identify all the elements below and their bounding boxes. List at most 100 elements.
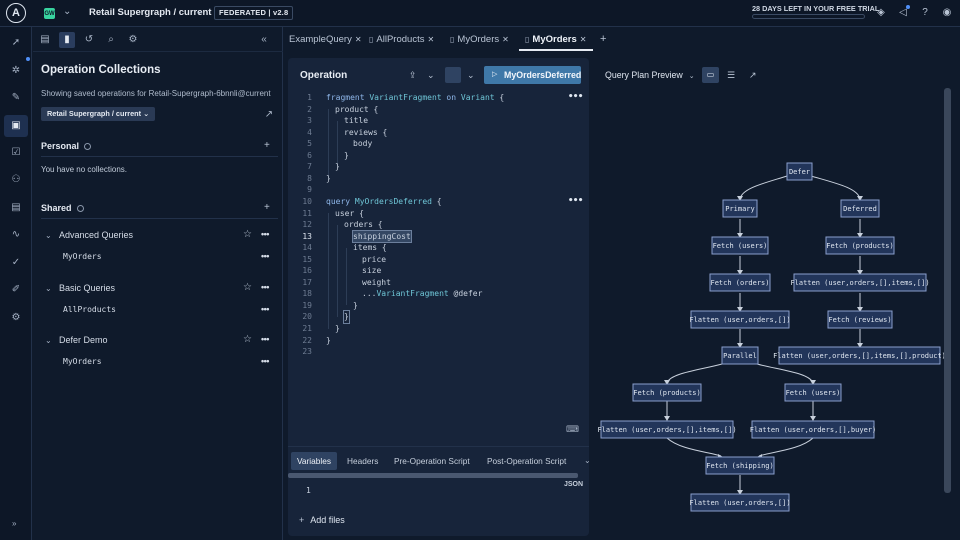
close-icon[interactable]: ✕ xyxy=(427,35,434,44)
changelog-icon[interactable]: ✎ xyxy=(9,91,23,105)
plan-node-flatten-product[interactable]: Flatten (user,orders,[],items,[],product… xyxy=(773,346,946,365)
collection-advanced-queries[interactable]: ⌄ Advanced Queries xyxy=(45,230,133,240)
plan-node-flatten-final[interactable]: Flatten (user,orders,[]) xyxy=(689,493,791,512)
tab-pre-operation-script[interactable]: Pre-Operation Script xyxy=(388,452,476,470)
layers-icon[interactable]: ◈ xyxy=(875,7,887,19)
variant-selector-button[interactable]: Retail Supergraph / current ⌄ xyxy=(41,107,156,121)
graph-selector[interactable]: Retail Supergraph / current xyxy=(89,7,211,18)
explorer-icon[interactable]: ▣ xyxy=(9,119,23,133)
more-options-icon[interactable]: ••• xyxy=(261,229,269,239)
more-options-icon[interactable]: ••• xyxy=(261,282,269,292)
plan-node-parallel[interactable]: Parallel xyxy=(721,346,759,365)
line-number: 1 xyxy=(307,93,312,102)
plan-node-deferred[interactable]: Deferred xyxy=(840,199,880,218)
code-line: } xyxy=(326,335,331,345)
contracts-icon[interactable]: ✐ xyxy=(9,283,23,297)
prettify-icon[interactable]: ⌨ xyxy=(566,424,579,435)
gear-icon[interactable]: ⚙ xyxy=(125,32,141,48)
operation-item[interactable]: AllProducts xyxy=(63,305,116,314)
line-number: 11 xyxy=(302,208,312,218)
collection-defer-demo[interactable]: ⌄ Defer Demo xyxy=(45,335,108,345)
help-icon[interactable]: ? xyxy=(919,7,931,19)
settings-icon[interactable]: ⚙ xyxy=(9,311,23,325)
close-icon[interactable]: ✕ xyxy=(502,35,509,44)
documentation-icon[interactable]: ▤ xyxy=(37,32,53,48)
star-icon[interactable]: ☆ xyxy=(243,334,252,345)
rocket-icon[interactable]: ➚ xyxy=(9,36,23,50)
collection-basic-queries[interactable]: ⌄ Basic Queries xyxy=(45,283,115,293)
plan-node-flatten-items[interactable]: Flatten (user,orders,[],items,[]) xyxy=(597,420,737,439)
launches-icon[interactable]: ✓ xyxy=(9,256,23,270)
plan-node-fetch-shipping[interactable]: Fetch (shipping) xyxy=(705,456,775,475)
more-options-icon[interactable]: ••• xyxy=(568,196,583,208)
query-plan-scrollbar[interactable] xyxy=(944,88,951,493)
share-icon[interactable]: ⇪ xyxy=(409,70,417,81)
checks-icon[interactable]: ☑ xyxy=(9,146,23,160)
plan-node-flatten-user-orders[interactable]: Flatten (user,orders,[]) xyxy=(689,310,791,329)
chevron-down-icon[interactable]: ⌄ xyxy=(427,70,435,81)
org-chevron-down-icon[interactable]: ⌄ xyxy=(63,6,71,17)
star-icon[interactable]: ☆ xyxy=(243,282,252,293)
close-icon[interactable]: ✕ xyxy=(355,35,362,44)
history-icon[interactable]: ↺ xyxy=(81,32,97,48)
plan-node-defer[interactable]: Defer xyxy=(786,162,813,181)
more-options-icon[interactable]: ••• xyxy=(261,356,269,366)
plan-node-flatten-buyer[interactable]: Flatten (user,orders,[],buyer) xyxy=(750,420,876,439)
expand-rail-icon[interactable]: » xyxy=(12,519,16,528)
save-icon[interactable] xyxy=(445,67,461,83)
tab-my-orders[interactable]: ▯ MyOrders ✕ xyxy=(450,34,509,45)
trial-banner[interactable]: 28 DAYS LEFT IN YOUR FREE TRIAL xyxy=(752,4,879,13)
tab-post-operation-script[interactable]: Post-Operation Script xyxy=(481,452,572,470)
tab-headers[interactable]: Headers xyxy=(341,452,384,470)
external-link-icon[interactable]: ↗ xyxy=(263,109,275,121)
close-icon[interactable]: ✕ xyxy=(580,35,587,44)
variables-format-label[interactable]: JSON xyxy=(564,481,583,488)
line-number: 22 xyxy=(302,335,312,345)
insights-icon[interactable]: ∿ xyxy=(9,228,23,242)
plan-node-primary[interactable]: Primary xyxy=(722,199,758,218)
operation-item[interactable]: MyOrders xyxy=(63,357,102,366)
plan-node-fetch-reviews[interactable]: Fetch (reviews) xyxy=(827,310,893,329)
node-label: Flatten (user,orders,[],items,[]) xyxy=(790,279,929,287)
tab-all-products[interactable]: ▯ AllProducts ✕ xyxy=(369,34,434,45)
collapse-panel-icon[interactable]: « xyxy=(256,32,272,48)
node-label: Flatten (user,orders,[],buyer) xyxy=(750,426,876,434)
tab-my-orders-active[interactable]: ▯ MyOrders ✕ xyxy=(525,34,586,45)
code-line: items { xyxy=(353,243,387,253)
more-options-icon[interactable]: ••• xyxy=(261,304,269,314)
plan-node-fetch-products-deferred[interactable]: Fetch (products) xyxy=(825,236,895,255)
add-shared-collection-icon[interactable]: + xyxy=(264,202,270,213)
variables-scrollbar[interactable] xyxy=(288,473,578,478)
more-options-icon[interactable]: ••• xyxy=(261,334,269,344)
operation-item[interactable]: MyOrders xyxy=(63,252,102,261)
add-personal-collection-icon[interactable]: + xyxy=(264,140,270,151)
star-icon[interactable]: ☆ xyxy=(243,229,252,240)
plan-node-fetch-products[interactable]: Fetch (products) xyxy=(632,383,702,402)
new-tab-icon[interactable]: + xyxy=(600,33,606,45)
graph-chevron-down-icon[interactable]: ⌄ xyxy=(195,6,203,17)
run-operation-button[interactable]: ▷ MyOrdersDeferred xyxy=(484,66,581,84)
clients-icon[interactable]: ▤ xyxy=(9,201,23,215)
bookmark-icon[interactable]: ▮ xyxy=(59,32,75,48)
apollo-logo[interactable]: A xyxy=(6,3,26,23)
schema-icon[interactable]: ✲ xyxy=(9,64,23,78)
plan-node-fetch-orders[interactable]: Fetch (orders) xyxy=(709,273,771,292)
plan-node-flatten-items-deferred[interactable]: Flatten (user,orders,[],items,[]) xyxy=(790,273,930,292)
plan-node-fetch-users-2[interactable]: Fetch (users) xyxy=(784,383,842,402)
info-icon[interactable] xyxy=(76,205,84,213)
org-avatar[interactable]: GW xyxy=(44,8,55,19)
code-line: shippingCost xyxy=(352,229,412,244)
more-options-icon[interactable]: ••• xyxy=(568,92,583,104)
code-editor[interactable]: 1 fragment VariantFragment on Variant { … xyxy=(288,92,589,392)
subgraphs-icon[interactable]: ⚇ xyxy=(9,173,23,187)
user-avatar-icon[interactable]: ◉ xyxy=(941,7,953,19)
tab-variables[interactable]: Variables xyxy=(291,452,337,470)
tab-example-query[interactable]: ExampleQuery ✕ xyxy=(289,34,362,45)
info-icon[interactable] xyxy=(84,143,92,151)
plan-node-fetch-users[interactable]: Fetch (users) xyxy=(711,236,769,255)
more-options-icon[interactable]: ••• xyxy=(261,251,269,261)
chevron-down-icon[interactable]: ⌄ xyxy=(467,70,475,81)
add-files-button[interactable]: + Add files xyxy=(299,515,345,525)
search-icon[interactable]: ⌕ xyxy=(103,32,119,48)
line-number: 9 xyxy=(307,185,312,195)
